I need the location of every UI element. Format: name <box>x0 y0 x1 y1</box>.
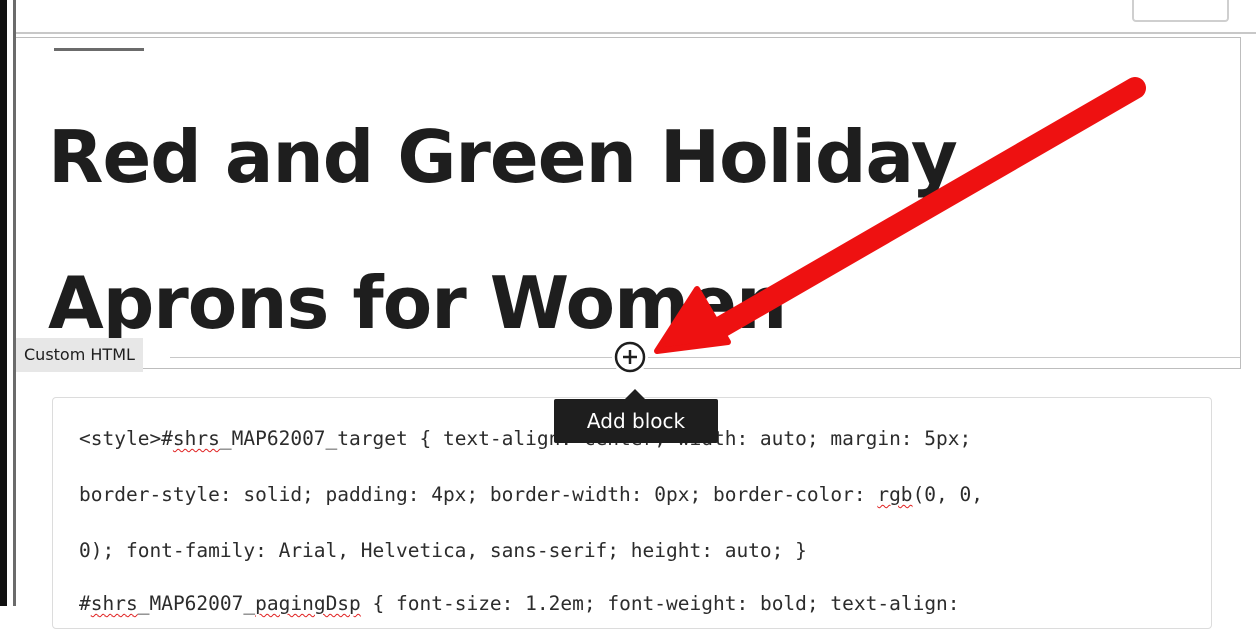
code-line: 0); font-family: Arial, Helvetica, sans-… <box>79 539 807 562</box>
add-block-button[interactable] <box>612 339 648 375</box>
plus-circle-icon <box>614 341 646 373</box>
post-title[interactable]: Red and Green Holiday Aprons for Women <box>48 84 1198 376</box>
misspelled-word: pagingDsp <box>255 592 361 615</box>
code-line: <style>#shrs_MAP62007_target { text-alig… <box>79 427 972 450</box>
post-title-line1: Red and Green Holiday <box>48 115 958 199</box>
add-block-tooltip: Add block <box>554 399 718 443</box>
code-line: border-style: solid; padding: 4px; borde… <box>79 483 984 506</box>
post-title-line2: Aprons for Women <box>48 261 787 345</box>
misspelled-word: rgb <box>877 483 913 506</box>
block-type-label: Custom HTML <box>16 338 143 372</box>
separator <box>54 48 144 51</box>
code-line: #shrs_MAP62007_pagingDsp { font-size: 1.… <box>79 592 960 615</box>
previous-block[interactable] <box>16 0 1256 34</box>
tooltip-pointer <box>625 389 645 399</box>
previous-block-button[interactable] <box>1132 0 1229 22</box>
post-title-block[interactable]: Red and Green Holiday Aprons for Women <box>16 37 1241 369</box>
misspelled-word: shrs <box>90 592 138 615</box>
inserter-line <box>170 357 1240 358</box>
window-frame-left <box>0 0 7 606</box>
misspelled-word: shrs <box>172 427 220 450</box>
